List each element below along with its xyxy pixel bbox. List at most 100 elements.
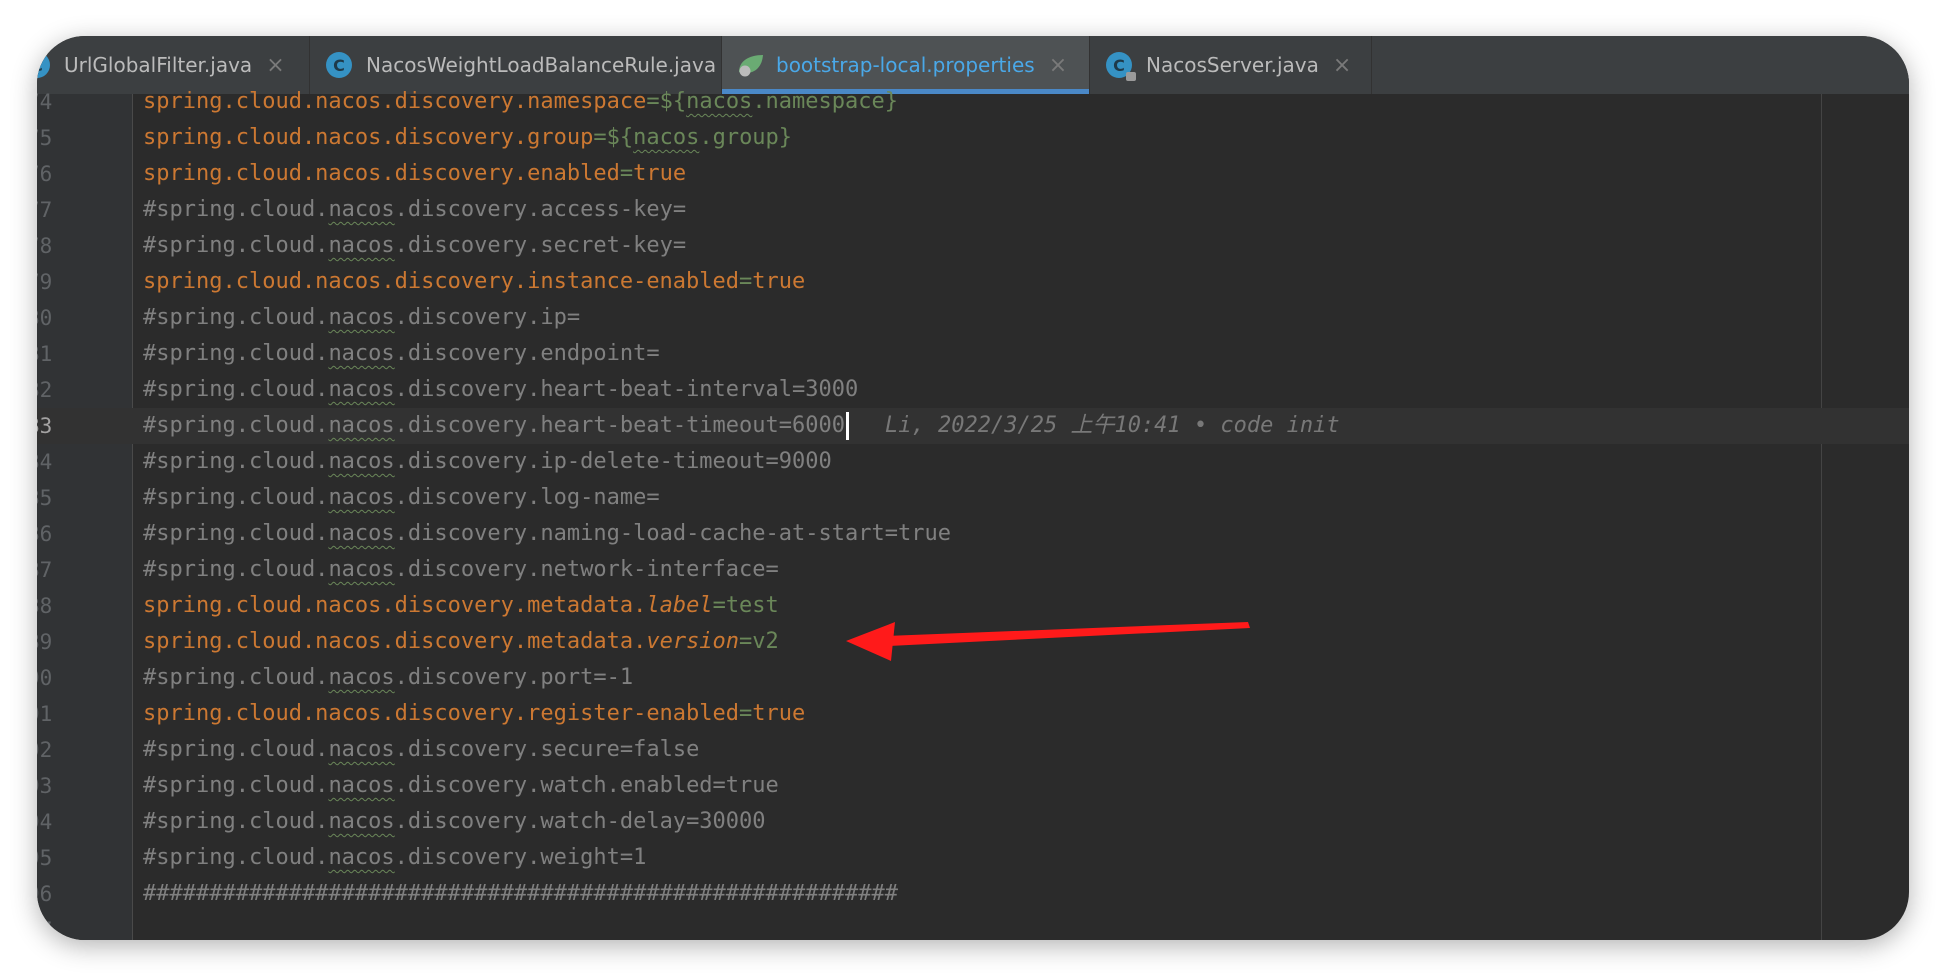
- comment-suffix: .discovery.network-interface=: [394, 557, 779, 582]
- code-line[interactable]: 75 spring.cloud.nacos.discovery.group=${n…: [37, 120, 1909, 156]
- code-line[interactable]: 82 #spring.cloud.nacos.discovery.heart-be…: [37, 372, 1909, 408]
- value-typo-word: nacos: [633, 125, 700, 150]
- code-line[interactable]: 74 spring.cloud.nacos.discovery.namespace…: [37, 84, 1909, 120]
- code-line[interactable]: 88 spring.cloud.nacos.discovery.metadata.…: [37, 588, 1909, 624]
- line-number: 81: [37, 342, 53, 366]
- code-line[interactable]: 86 #spring.cloud.nacos.discovery.naming-l…: [37, 516, 1909, 552]
- code-text: #spring.cloud.nacos.discovery.ip=: [143, 300, 580, 336]
- code-text: #spring.cloud.nacos.discovery.watch.enab…: [143, 768, 779, 804]
- comment-prefix: #spring.cloud.: [143, 413, 329, 438]
- close-icon[interactable]: ×: [1049, 53, 1067, 78]
- tab-label: bootstrap-local.properties: [776, 53, 1035, 77]
- property-value: true: [752, 269, 806, 294]
- comment-suffix: .discovery.log-name=: [394, 485, 660, 510]
- code-line[interactable]: 92 #spring.cloud.nacos.discovery.secure=f…: [37, 732, 1909, 768]
- code-line[interactable]: 87 #spring.cloud.nacos.discovery.network-…: [37, 552, 1909, 588]
- lock-icon: [1126, 72, 1136, 81]
- code-text: #spring.cloud.nacos.discovery.naming-loa…: [143, 516, 951, 552]
- code-text: ########################################…: [143, 876, 898, 912]
- property-key: spring.cloud.nacos.discovery.namespace: [143, 89, 647, 114]
- code-line[interactable]: 91 spring.cloud.nacos.discovery.register-…: [37, 696, 1909, 732]
- code-editor[interactable]: 74 spring.cloud.nacos.discovery.namespace…: [37, 89, 1909, 940]
- code-line[interactable]: 93 #spring.cloud.nacos.discovery.watch.en…: [37, 768, 1909, 804]
- code-line[interactable]: 89 spring.cloud.nacos.discovery.metadata.…: [37, 624, 1909, 660]
- equals-sign: =: [646, 89, 660, 114]
- comment-prefix: #spring.cloud.: [143, 449, 329, 474]
- locked-class-icon: C: [1106, 52, 1136, 81]
- comment-prefix: #spring.cloud.: [143, 341, 329, 366]
- value-prefix: ${: [606, 125, 634, 150]
- class-letter: C: [1113, 55, 1125, 75]
- value-suffix: .group}: [699, 125, 793, 150]
- code-line[interactable]: 96 ######################################…: [37, 876, 1909, 912]
- property-key: spring.cloud.nacos.discovery.metadata.: [143, 629, 647, 654]
- value-prefix: ${: [659, 89, 687, 114]
- code-text: #spring.cloud.nacos.discovery.endpoint=: [143, 336, 660, 372]
- line-number: 92: [37, 738, 53, 762]
- equals-sign: =: [739, 269, 753, 294]
- code-line[interactable]: 85 #spring.cloud.nacos.discovery.log-name…: [37, 480, 1909, 516]
- line-number: 78: [37, 234, 53, 258]
- line-number: 79: [37, 270, 53, 294]
- tab-label: UrlGlobalFilter.java: [64, 53, 253, 77]
- code-text: #spring.cloud.nacos.discovery.secure=fal…: [143, 732, 699, 768]
- comment-suffix: .discovery.access-key=: [394, 197, 687, 222]
- code-line[interactable]: 83 #spring.cloud.nacos.discovery.heart-be…: [37, 408, 1909, 444]
- comment-typo-word: nacos: [328, 197, 395, 222]
- comment-typo-word: nacos: [328, 485, 395, 510]
- code-line[interactable]: 81 #spring.cloud.nacos.discovery.endpoint…: [37, 336, 1909, 372]
- comment-typo-word: nacos: [328, 557, 395, 582]
- comment-typo-word: nacos: [328, 809, 395, 834]
- code-text: #spring.cloud.nacos.discovery.ip-delete-…: [143, 444, 832, 480]
- comment-suffix: .discovery.ip=: [394, 305, 581, 330]
- line-number: 74: [37, 90, 53, 114]
- tab-label: NacosServer.java: [1146, 53, 1319, 77]
- comment-typo-word: nacos: [328, 413, 395, 438]
- class-icon: C: [326, 52, 352, 78]
- line-number: 85: [37, 486, 53, 510]
- class-icon: C: [37, 52, 50, 78]
- code-line[interactable]: 78 #spring.cloud.nacos.discovery.secret-k…: [37, 228, 1909, 264]
- property-value: true: [752, 701, 806, 726]
- line-number: 84: [37, 450, 53, 474]
- code-text: spring.cloud.nacos.discovery.namespace=$…: [143, 84, 898, 120]
- code-text: #spring.cloud.nacos.discovery.log-name=: [143, 480, 660, 516]
- comment-typo-word: nacos: [328, 377, 395, 402]
- comment-prefix: #spring.cloud.: [143, 305, 329, 330]
- comment-prefix: #spring.cloud.: [143, 485, 329, 510]
- code-text: #spring.cloud.nacos.discovery.network-in…: [143, 552, 779, 588]
- code-text: spring.cloud.nacos.discovery.instance-en…: [143, 264, 805, 300]
- comment-typo-word: nacos: [328, 773, 395, 798]
- code-line[interactable]: 84 #spring.cloud.nacos.discovery.ip-delet…: [37, 444, 1909, 480]
- code-line[interactable]: 94 #spring.cloud.nacos.discovery.watch-de…: [37, 804, 1909, 840]
- property-key: spring.cloud.nacos.discovery.group: [143, 125, 594, 150]
- close-icon[interactable]: ×: [1333, 53, 1351, 78]
- line-number: 94: [37, 810, 53, 834]
- code-text: #spring.cloud.nacos.discovery.heart-beat…: [143, 372, 858, 408]
- code-line[interactable]: 76 spring.cloud.nacos.discovery.enabled=t…: [37, 156, 1909, 192]
- code-line[interactable]: 80 #spring.cloud.nacos.discovery.ip=: [37, 300, 1909, 336]
- line-number: 83: [37, 414, 53, 438]
- comment-suffix: .discovery.secure=false: [394, 737, 700, 762]
- code-line[interactable]: 77 #spring.cloud.nacos.discovery.access-k…: [37, 192, 1909, 228]
- comment-suffix: .discovery.naming-load-cache-at-start=tr…: [394, 521, 951, 546]
- code-text: #spring.cloud.nacos.discovery.secret-key…: [143, 228, 686, 264]
- equals-sign: =: [739, 629, 753, 654]
- code-text: spring.cloud.nacos.discovery.group=${nac…: [143, 120, 792, 156]
- comment-suffix: .discovery.watch.enabled=true: [394, 773, 779, 798]
- line-number: 76: [37, 162, 53, 186]
- line-number: 75: [37, 126, 53, 150]
- code-line[interactable]: 90 #spring.cloud.nacos.discovery.port=-1: [37, 660, 1909, 696]
- code-line[interactable]: 79 spring.cloud.nacos.discovery.instance-…: [37, 264, 1909, 300]
- line-number: 80: [37, 306, 53, 330]
- code-line[interactable]: 95 #spring.cloud.nacos.discovery.weight=1: [37, 840, 1909, 876]
- comment-typo-word: nacos: [328, 341, 395, 366]
- property-key: spring.cloud.nacos.discovery.metadata.: [143, 593, 647, 618]
- comment-typo-word: nacos: [328, 305, 395, 330]
- close-icon[interactable]: ×: [266, 53, 284, 78]
- line-number: 89: [37, 630, 53, 654]
- comment-suffix: .discovery.heart-beat-interval=3000: [394, 377, 859, 402]
- code-line[interactable]: 97: [37, 912, 1909, 940]
- line-number: 82: [37, 378, 53, 402]
- comment-prefix: #spring.cloud.: [143, 665, 329, 690]
